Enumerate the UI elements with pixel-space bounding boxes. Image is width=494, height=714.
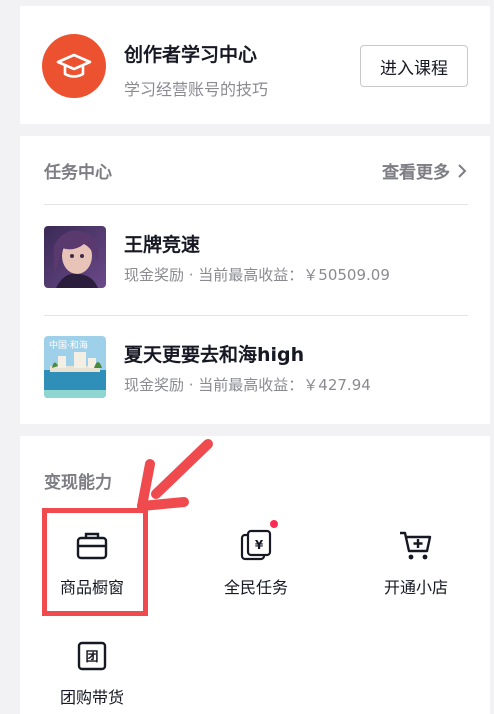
group-buy-icon: 团	[72, 636, 112, 676]
view-more-link[interactable]: 查看更多	[382, 158, 468, 183]
feature-open-store[interactable]: 开通小店	[356, 526, 476, 598]
creator-learning-card[interactable]: 创作者学习中心 学习经营账号的技巧 进入课程	[20, 6, 490, 124]
task-center-title: 任务中心	[44, 163, 112, 183]
task-item[interactable]: 中国·和海 夏天更要去和海high 现金奖励 · 当前最高收益：￥427.94	[44, 328, 468, 408]
task-name: 王牌竞速	[124, 234, 201, 256]
creator-center-subtitle: 学习经营账号的技巧	[124, 80, 269, 99]
arrow-annotation-icon	[137, 439, 213, 511]
divider	[44, 204, 468, 205]
task-reward-desc: 现金奖励 · 当前最高收益：￥427.94	[124, 376, 371, 394]
seaside-thumbnail: 中国·和海	[44, 336, 106, 398]
feature-national-tasks[interactable]: ¥ 全民任务	[196, 520, 316, 598]
task-center-card: 任务中心 查看更多 王牌竞速 现金奖励 · 当前最高收益：￥50509.09 中…	[20, 136, 490, 424]
svg-text:¥: ¥	[255, 538, 264, 552]
feature-label: 开通小店	[383, 578, 448, 597]
notification-dot	[270, 520, 278, 528]
feature-label: 团购带货	[59, 688, 124, 707]
feature-label: 全民任务	[223, 578, 288, 597]
thumb-text: 中国·和海	[49, 339, 88, 351]
creator-center-title: 创作者学习中心	[124, 44, 258, 66]
divider	[44, 315, 468, 316]
view-more-label: 查看更多	[382, 163, 450, 183]
enter-course-button[interactable]: 进入课程	[360, 45, 468, 87]
task-name: 夏天更要去和海high	[124, 344, 305, 366]
graduation-cap-icon	[42, 34, 106, 98]
chevron-right-icon	[458, 163, 467, 178]
task-reward-desc: 现金奖励 · 当前最高收益：￥50509.09	[124, 266, 390, 284]
yen-coupon-icon: ¥	[236, 520, 278, 566]
task-item[interactable]: 王牌竞速 现金奖励 · 当前最高收益：￥50509.09	[44, 218, 468, 298]
game-portrait-thumbnail	[44, 226, 106, 288]
svg-text:团: 团	[85, 650, 98, 665]
cart-plus-icon	[396, 526, 436, 566]
feature-group-buy[interactable]: 团 团购带货	[32, 636, 152, 708]
monetization-title: 变现能力	[44, 473, 112, 493]
